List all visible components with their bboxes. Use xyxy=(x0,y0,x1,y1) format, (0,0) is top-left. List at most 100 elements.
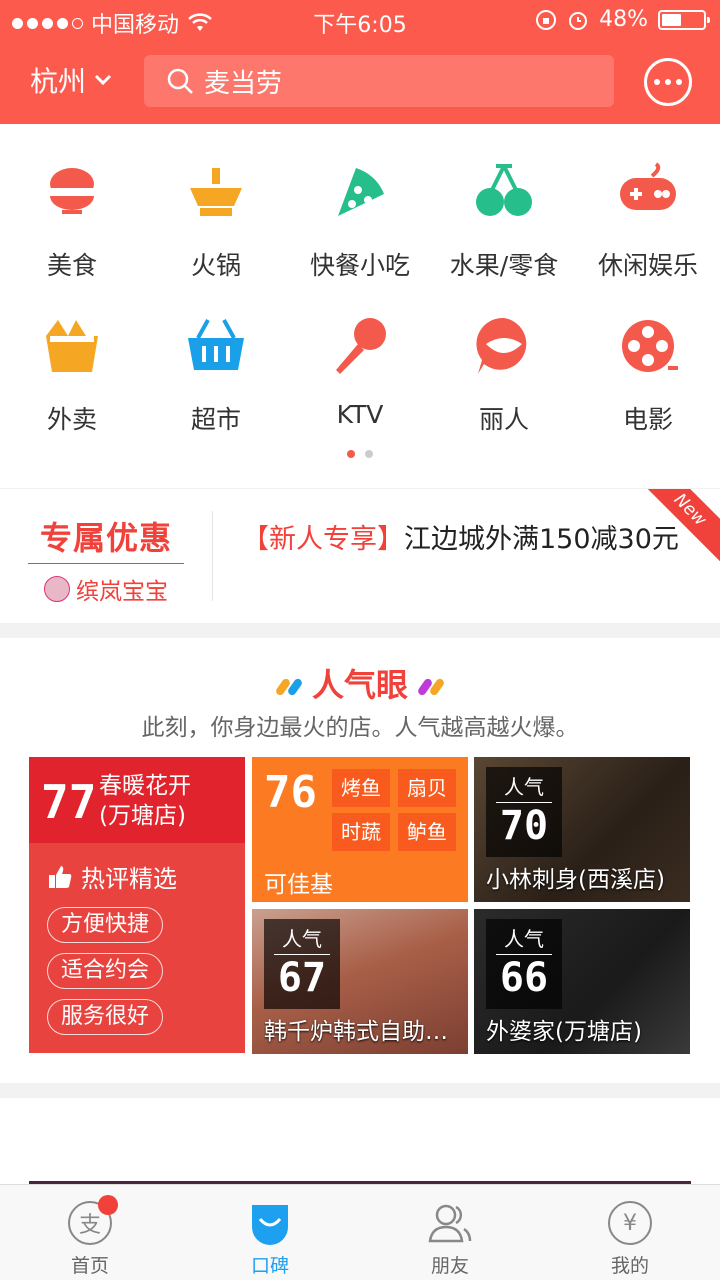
more-button[interactable] xyxy=(644,58,692,106)
popularity-score: 66 xyxy=(499,955,549,1001)
category-label: 休闲娱乐 xyxy=(597,251,698,280)
shop-name-line2: (万塘店) xyxy=(99,803,186,829)
promo-divider xyxy=(212,511,213,601)
tab-label: 首页 xyxy=(70,1255,109,1277)
page-dot-active xyxy=(347,450,355,458)
search-text: 麦当劳 xyxy=(204,68,283,99)
shop-tile[interactable]: 76 烤鱼 扇贝 时蔬 鲈鱼 可佳基 xyxy=(252,757,468,902)
category-item-fruit[interactable]: 水果/零食 xyxy=(432,160,576,282)
category-label: 快餐小吃 xyxy=(309,251,410,280)
category-item-ktv[interactable]: KTV xyxy=(288,314,432,429)
koubei-icon xyxy=(252,1205,288,1245)
shop-name: 春暖花开 (万塘店) xyxy=(99,771,191,831)
category-item-fastfood[interactable]: 快餐小吃 xyxy=(288,160,432,282)
category-label: 水果/零食 xyxy=(449,251,559,280)
promo-brand-user: 缤岚宝宝 xyxy=(28,572,184,606)
dish-tag: 烤鱼 xyxy=(332,769,390,807)
popularity-label: 人气 xyxy=(496,919,552,955)
shop-tile-photo[interactable]: 人气 66 外婆家(万塘店) xyxy=(474,909,690,1054)
gamepad-icon xyxy=(620,162,676,210)
status-bar: 中国移动 下午6:05 48% xyxy=(0,0,720,40)
tab-friends[interactable]: 朋友 xyxy=(360,1185,540,1280)
more-indicator-dot xyxy=(688,56,702,70)
review-tag: 方便快捷 xyxy=(47,907,163,943)
shop-name: 可佳基 xyxy=(264,872,333,898)
shop-name: 韩千炉韩式自助烤肉 xyxy=(264,1019,460,1045)
microphone-icon xyxy=(336,318,386,374)
tab-label: 我的 xyxy=(610,1255,649,1277)
popularity-score: 77 xyxy=(41,775,97,829)
popularity-score: 67 xyxy=(277,955,327,1001)
section-title-text: 人气眼 xyxy=(311,666,408,704)
takeout-icon xyxy=(46,320,98,372)
category-item-movie[interactable]: 电影 xyxy=(576,314,720,436)
tab-label: 朋友 xyxy=(430,1255,469,1277)
notification-dot xyxy=(98,1195,118,1215)
category-item-beauty[interactable]: 丽人 xyxy=(432,314,576,436)
search-input[interactable]: 麦当劳 xyxy=(144,55,614,107)
basket-icon xyxy=(188,319,244,370)
pizza-icon xyxy=(338,168,384,216)
city-label: 杭州 xyxy=(30,65,87,98)
shop-tile-featured[interactable]: 77 春暖花开 (万塘店) 热评精选 方便快捷 适合约会 服务很好 xyxy=(29,757,245,1053)
tab-label: 口碑 xyxy=(250,1255,289,1277)
popularity-badge: 人气 70 xyxy=(486,767,562,857)
category-item-entertainment[interactable]: 休闲娱乐 xyxy=(576,160,720,282)
category-label: 外卖 xyxy=(46,405,97,434)
promo-offer: 江边城外满150减30元 xyxy=(404,524,679,555)
wallet-icon: ¥ xyxy=(608,1201,652,1245)
header-bar: 中国移动 下午6:05 48% 杭州 麦当劳 xyxy=(0,0,720,124)
category-item-takeout[interactable]: 外卖 xyxy=(0,314,144,436)
search-icon xyxy=(167,68,193,94)
alarm-icon xyxy=(569,11,588,30)
tab-mine[interactable]: ¥ 我的 xyxy=(540,1185,720,1280)
avatar xyxy=(44,576,70,602)
shop-name-line1: 春暖花开 xyxy=(99,773,191,799)
bowl-icon xyxy=(50,168,94,214)
film-reel-icon xyxy=(622,320,678,372)
popularity-label: 人气 xyxy=(496,767,552,803)
promo-brand: 专属优惠 缤岚宝宝 xyxy=(28,513,184,606)
section-title: 人气眼 xyxy=(0,660,720,706)
thumbs-up-icon xyxy=(49,865,72,888)
popularity-badge: 人气 67 xyxy=(264,919,340,1009)
page-indicator xyxy=(0,450,720,458)
next-section-preview xyxy=(0,1098,720,1184)
promo-user-name: 缤岚宝宝 xyxy=(76,579,168,605)
cherry-icon xyxy=(476,164,532,216)
category-item-food[interactable]: 美食 xyxy=(0,160,144,282)
shop-tile-photo[interactable]: 人气 67 韩千炉韩式自助烤肉 xyxy=(252,909,468,1054)
popularity-score: 76 xyxy=(264,767,317,818)
dish-tag: 鲈鱼 xyxy=(398,813,456,851)
tab-koubei[interactable]: 口碑 xyxy=(180,1185,360,1280)
rotation-lock-icon xyxy=(536,9,557,30)
hot-review-text: 热评精选 xyxy=(81,865,177,893)
category-label: 火锅 xyxy=(190,251,241,280)
shop-tile-photo[interactable]: 人气 70 小林刺身(西溪店) xyxy=(474,757,690,902)
chevron-down-icon xyxy=(94,74,112,86)
tab-bar: 支 首页 口碑 朋友 ¥ 我的 xyxy=(0,1184,720,1280)
category-item-hotpot[interactable]: 火锅 xyxy=(144,160,288,282)
category-label: 超市 xyxy=(190,405,241,434)
popularity-score: 70 xyxy=(499,803,549,849)
beauty-icon xyxy=(476,317,527,374)
friends-icon xyxy=(428,1204,472,1243)
popular-section: 人气眼 此刻，你身边最火的店。人气越高越火爆。 77 春暖花开 (万塘店) 热评… xyxy=(0,638,720,1083)
dish-tag: 时蔬 xyxy=(332,813,390,851)
battery-percent: 48% xyxy=(599,7,648,32)
battery-icon xyxy=(658,9,710,30)
tile-header: 77 春暖花开 (万塘店) xyxy=(29,757,245,843)
city-selector[interactable]: 杭州 xyxy=(30,60,112,100)
tab-home[interactable]: 支 首页 xyxy=(0,1185,180,1280)
category-item-supermarket[interactable]: 超市 xyxy=(144,314,288,436)
popularity-badge: 人气 66 xyxy=(486,919,562,1009)
popularity-label: 人气 xyxy=(274,919,330,955)
category-label: 丽人 xyxy=(478,405,529,434)
category-label: KTV xyxy=(336,400,384,429)
promo-tag: 【新人专享】 xyxy=(242,524,404,555)
dish-tag: 扇贝 xyxy=(398,769,456,807)
promo-banner[interactable]: 专属优惠 缤岚宝宝 【新人专享】江边城外满150减30元 New xyxy=(0,489,720,623)
review-tag: 适合约会 xyxy=(47,953,163,989)
page-dot xyxy=(365,450,373,458)
category-label: 电影 xyxy=(622,405,673,434)
